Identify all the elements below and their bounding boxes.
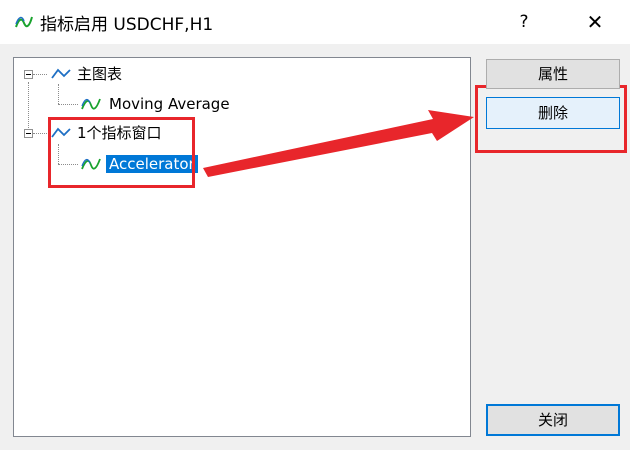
tree-item-label: 主图表: [77, 65, 123, 83]
tree-item-main-chart[interactable]: 主图表: [77, 63, 122, 85]
expand-toggle[interactable]: [24, 70, 33, 79]
annotation-box-tree: [48, 117, 195, 188]
chart-line-icon: [51, 68, 71, 79]
close-button[interactable]: 关闭: [486, 404, 620, 436]
indicator-icon: [15, 16, 33, 28]
delete-button[interactable]: 删除: [486, 97, 620, 129]
properties-button[interactable]: 属性: [486, 59, 620, 89]
indicator-icon: [81, 98, 101, 110]
title-bar: 指标启用 USDCHF,H1 ? ✕: [0, 0, 630, 44]
window-title: 指标启用 USDCHF,H1: [40, 15, 214, 35]
help-button[interactable]: ?: [498, 0, 550, 44]
tree-item-label: Moving Average: [109, 95, 230, 113]
expand-toggle[interactable]: [24, 129, 33, 138]
window-close-button[interactable]: ✕: [566, 0, 624, 44]
indicator-tree[interactable]: 主图表 Moving Average 1个指标窗口 Accelerator: [13, 57, 471, 437]
tree-item-moving-average[interactable]: Moving Average: [109, 93, 230, 115]
